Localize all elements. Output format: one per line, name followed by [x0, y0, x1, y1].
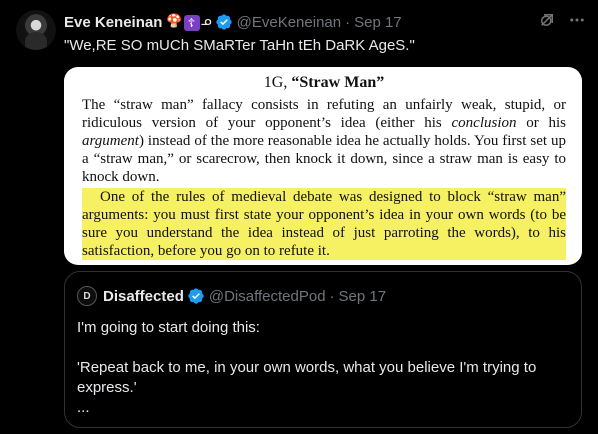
quoted-text: I'm going to start doing this: 'Repeat b…	[77, 318, 567, 418]
tweet-date[interactable]: Sep 17	[354, 14, 402, 31]
quoted-tweet[interactable]: D Disaffected @DisaffectedPod · Sep 17 I…	[64, 271, 582, 428]
quoted-separator: ·	[329, 287, 335, 305]
separator: ·	[345, 13, 351, 31]
more-options-icon[interactable]	[568, 11, 586, 33]
orthodox-cross-emoji: ☦	[183, 15, 200, 31]
tweet-text: "We,RE SO mUCh SMaRTer TaHn tEh DaRK Age…	[64, 37, 415, 54]
book-page-scan: 1G, “Straw Man” The “straw man” fallacy …	[82, 74, 566, 260]
paragraph-1: The “straw man” fallacy consists in refu…	[82, 96, 566, 186]
quoted-handle: @DisaffectedPod	[208, 287, 326, 305]
section-title: 1G, “Straw Man”	[82, 74, 566, 92]
quoted-avatar: D	[77, 286, 97, 306]
para1-text-b: or his	[516, 115, 566, 131]
quoted-date: Sep 17	[338, 287, 387, 305]
quoted-line-2	[77, 338, 567, 358]
author-name[interactable]: Eve Keneinan	[64, 14, 162, 31]
tweet-image[interactable]: 1G, “Straw Man” The “straw man” fallacy …	[64, 67, 582, 265]
header-actions	[538, 11, 586, 33]
quoted-header: D Disaffected @DisaffectedPod · Sep 17	[77, 286, 386, 306]
grok-icon[interactable]	[538, 11, 556, 33]
para1-text-c: ) instead of the more reasonable idea he…	[82, 133, 566, 185]
author-emoji: 🍄 ☦ ᓄ	[166, 13, 212, 31]
quoted-line-1: I'm going to start doing this:	[77, 319, 260, 336]
section-number: 1G,	[263, 74, 288, 91]
verified-badge-icon	[215, 14, 232, 30]
verified-badge-icon	[188, 288, 204, 304]
avatar[interactable]	[16, 10, 56, 50]
mushroom-emoji: 🍄	[166, 13, 183, 28]
quoted-line-4: ...	[77, 399, 90, 416]
para1-em-conclusion: conclusion	[451, 115, 517, 131]
quoted-line-3: 'Repeat back to me, in your own words, w…	[77, 359, 537, 396]
author-handle[interactable]: @EveKeneinan	[237, 14, 341, 31]
section-heading: “Straw Man”	[291, 74, 385, 91]
quoted-author-name: Disaffected	[103, 287, 184, 305]
paragraph-2-highlighted: One of the rules of medieval debate was …	[82, 188, 566, 260]
tweet-header: Eve Keneinan 🍄 ☦ ᓄ @EveKeneinan · Sep 17	[64, 11, 586, 33]
glyph-emoji: ᓄ	[200, 13, 212, 28]
para1-em-argument: argument	[82, 133, 139, 149]
